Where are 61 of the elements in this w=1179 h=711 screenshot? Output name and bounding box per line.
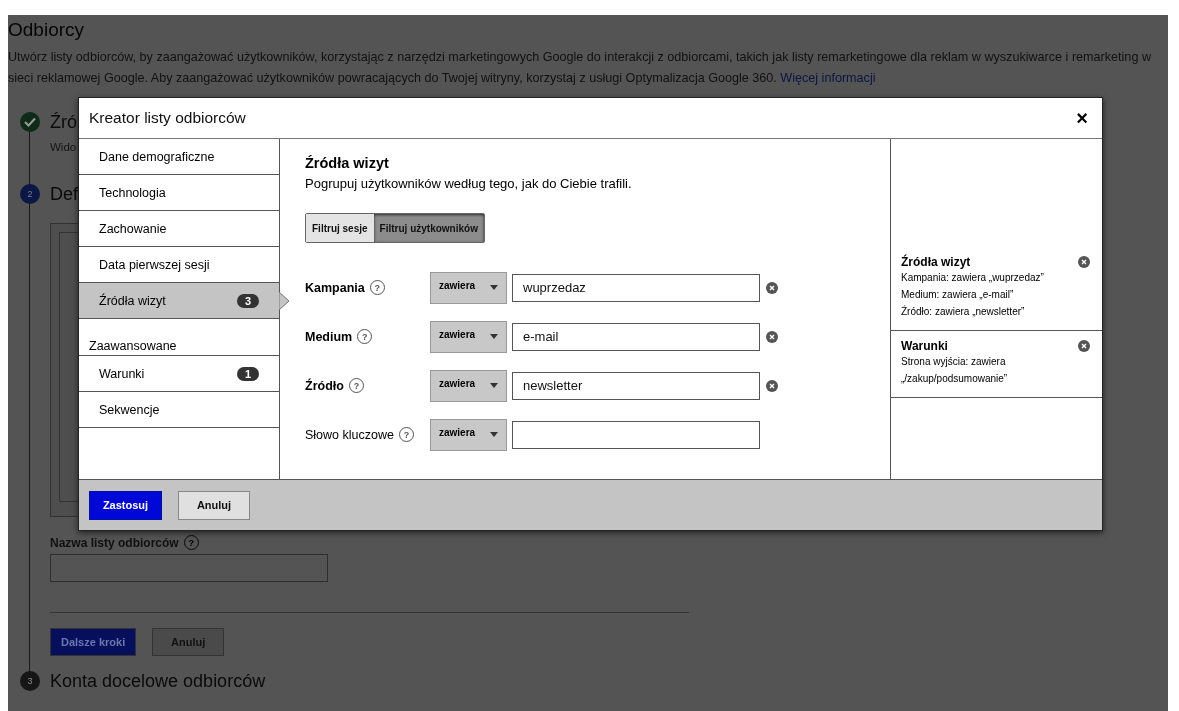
filter-label: Medium (305, 329, 353, 344)
operator-dropdown[interactable]: zawiera (430, 320, 507, 353)
step-number: 3 (20, 671, 40, 691)
scope-toggle[interactable]: Filtruj użytkowników (373, 214, 484, 242)
operator-dropdown[interactable]: zawiera (430, 418, 507, 451)
count-badge: 3 (236, 293, 259, 308)
count-badge: 1 (236, 366, 259, 381)
remove-icon[interactable] (766, 379, 778, 392)
caret-icon (490, 333, 498, 339)
step-title: Def (50, 183, 78, 205)
summary-title: Źródła wizyt (901, 255, 971, 269)
caret-icon (490, 431, 498, 437)
nav-item-label: Zachowanie (99, 221, 167, 236)
step-title: Konta docelowe odbiorców (50, 670, 266, 692)
step-subtitle: Wido (50, 141, 77, 153)
filter-label: Kampania (305, 280, 365, 295)
step-number: 2 (20, 184, 40, 204)
check-icon (20, 112, 40, 132)
nav-item[interactable]: Sekwencje (79, 392, 279, 428)
page-title: Odbiorcy (8, 18, 86, 41)
nav-item[interactable]: Zachowanie (79, 211, 279, 247)
nav-item-label: Technologia (99, 185, 166, 200)
filter-label: Słowo kluczowe (305, 427, 394, 442)
filter-value-field[interactable]: newsletter (512, 371, 760, 400)
apply-button[interactable]: Zastosuj (89, 490, 162, 520)
summary-line: Kampania: zawiera „wuprzedaz” (901, 271, 1045, 285)
field-label: Nazwa listy odbiorców (50, 535, 179, 550)
filter-value-field[interactable]: e-mail (512, 322, 760, 351)
filter-value-field[interactable] (512, 420, 760, 449)
pointer-icon (279, 292, 290, 310)
section-heading: Źródła wizyt (305, 155, 390, 171)
filter-label: Źródło (305, 378, 344, 393)
nav-item[interactable]: Technologia (79, 175, 279, 211)
nav-item[interactable]: Warunki 1 (79, 356, 279, 392)
nav-item[interactable]: Dane demograficzne (79, 139, 279, 175)
section-subheading: Pogrupuj użytkowników według tego, jak do Ciebie trafili. (305, 176, 633, 191)
operator-dropdown[interactable]: zawiera (430, 271, 507, 304)
close-button[interactable]: × (1072, 106, 1092, 130)
summary-line: Medium: zawiera „e-mail” (901, 288, 1015, 302)
nav-item-label: Źródła wizyt (99, 293, 166, 308)
dialog-title: Kreator listy odbiorców (89, 109, 246, 127)
caret-icon (490, 284, 498, 290)
caret-icon (490, 382, 498, 388)
operator-dropdown[interactable]: zawiera (430, 369, 507, 402)
nav-item[interactable]: Data pierwszej sesji (79, 247, 279, 283)
summary-title: Warunki (901, 339, 948, 353)
nav-item-label: Dane demograficzne (99, 149, 215, 164)
nav-item-label: Warunki (99, 366, 145, 381)
summary-line: Strona wyjścia: zawiera „/zakup/podsumowanie” (901, 355, 1009, 386)
remove-icon[interactable] (1078, 340, 1090, 352)
step-title: Źró (50, 111, 77, 133)
remove-icon[interactable] (766, 281, 778, 294)
nav-item-label: Data pierwszej sesji (99, 257, 210, 272)
nav-item-label: Sekwencje (99, 402, 160, 417)
list-name-field[interactable] (50, 554, 328, 582)
remove-icon[interactable] (1078, 256, 1090, 268)
filter-value-field[interactable]: wuprzedaz (512, 273, 760, 302)
remove-icon[interactable] (766, 330, 778, 343)
scope-toggle[interactable]: Filtruj sesje (306, 214, 374, 242)
cancel-button[interactable]: Anuluj (178, 490, 250, 520)
summary-line: Źródło: zawiera „newsletter” (901, 304, 1026, 319)
